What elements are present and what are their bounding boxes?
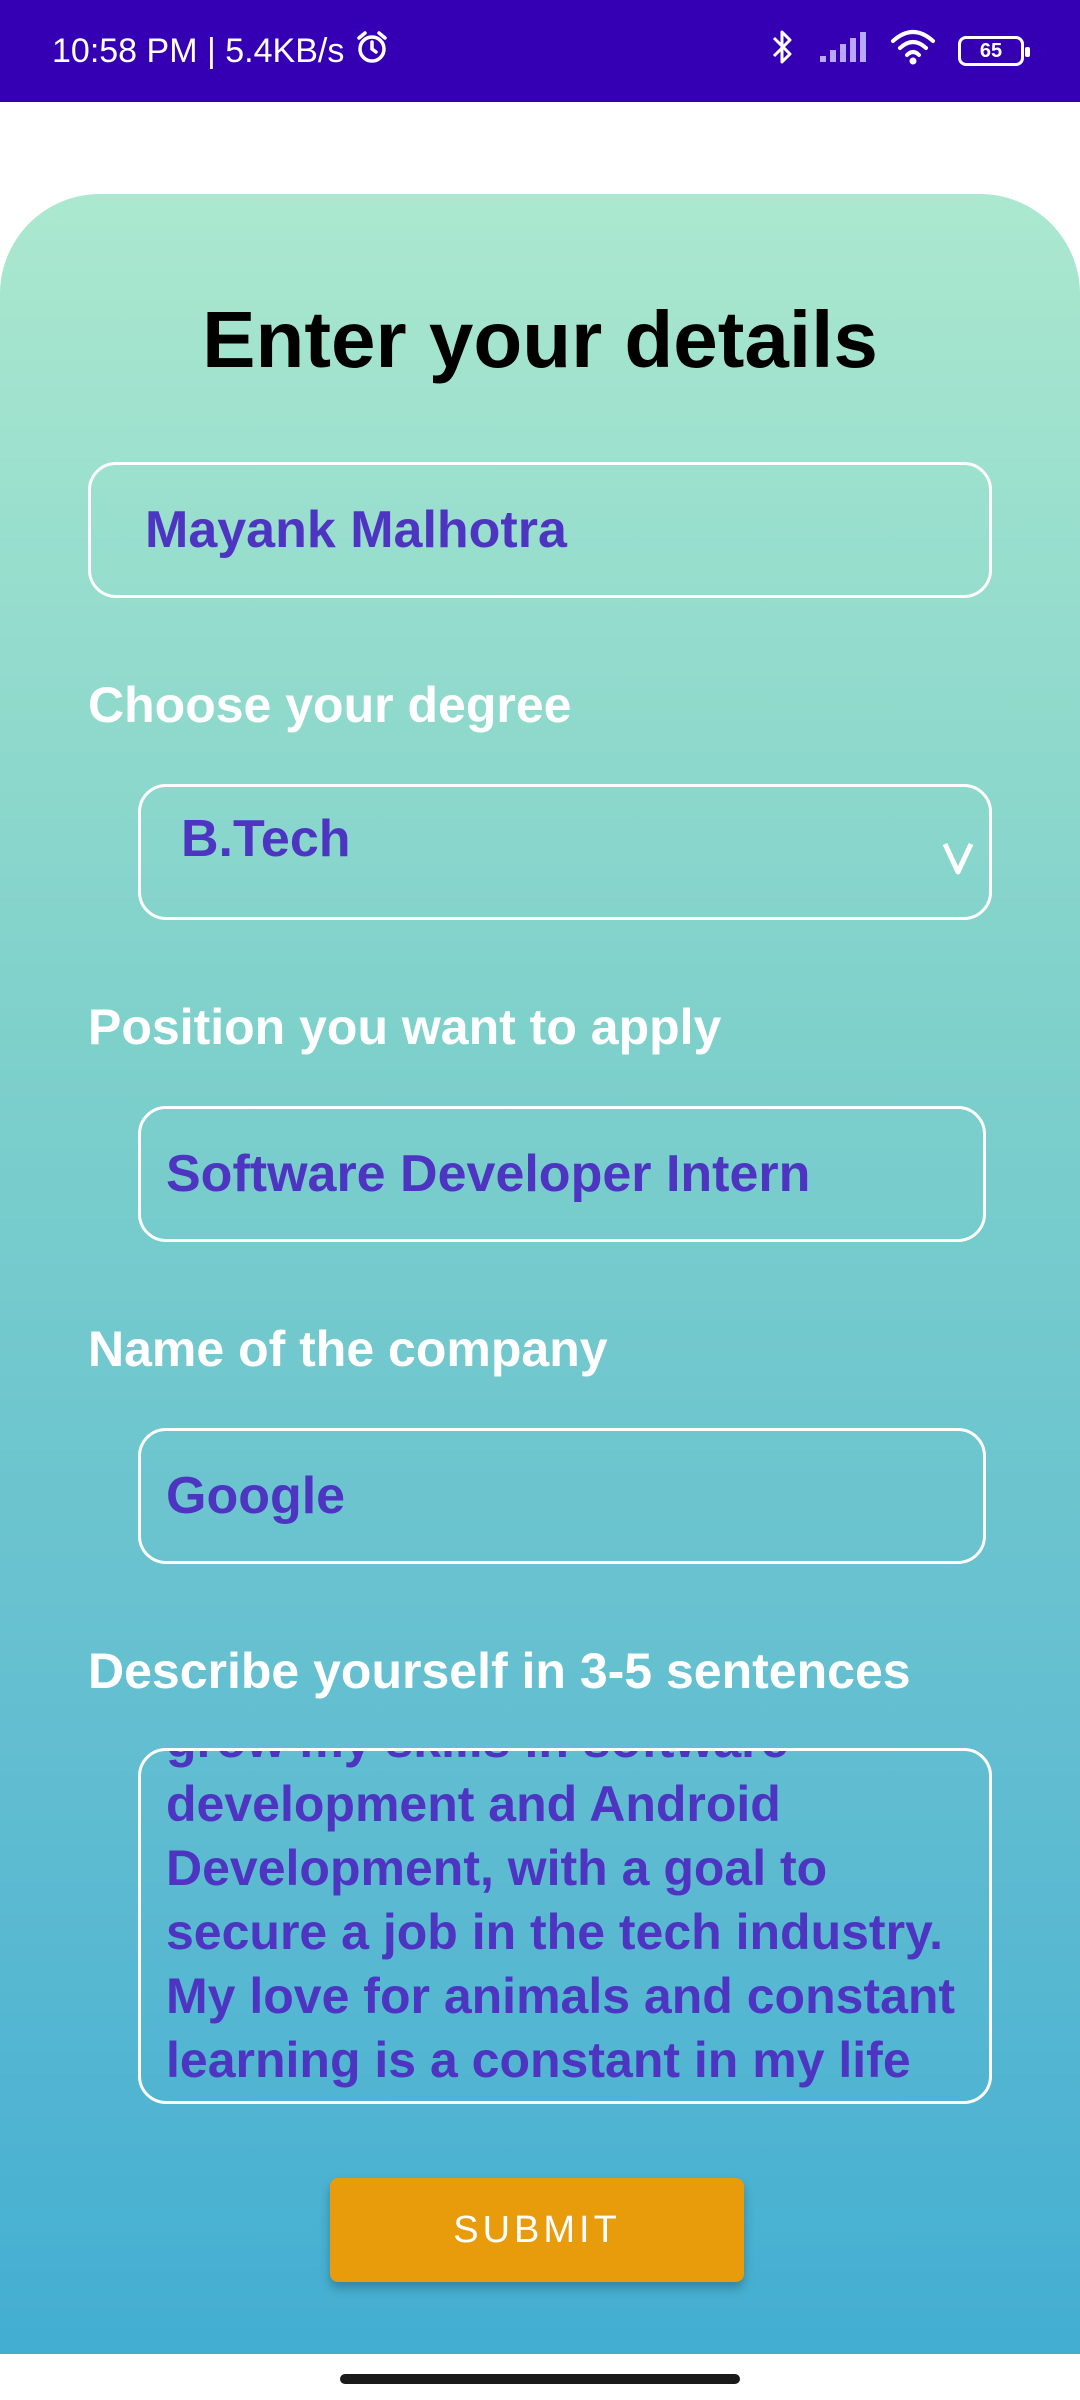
- wifi-icon: [890, 29, 936, 74]
- describe-textarea-value: grow my skills in software development a…: [166, 1751, 956, 2088]
- home-gesture-handle[interactable]: [340, 2374, 740, 2384]
- battery-level: 65: [979, 39, 1003, 62]
- battery-icon: 65: [958, 36, 1030, 66]
- navigation-bar: [0, 2354, 1080, 2400]
- describe-label: Describe yourself in 3-5 sentences: [88, 1643, 911, 1699]
- submit-button[interactable]: SUBMIT: [330, 2178, 744, 2282]
- name-input-value: Mayank Malhotra: [145, 501, 567, 559]
- degree-dropdown[interactable]: B.Tech: [138, 784, 992, 920]
- alarm-icon: [354, 29, 390, 74]
- degree-dropdown-value: B.Tech: [181, 810, 351, 868]
- position-input[interactable]: Software Developer Intern: [138, 1106, 986, 1242]
- status-bar: 10:58 PM | 5.4KB/s 65: [0, 0, 1080, 102]
- degree-label: Choose your degree: [88, 677, 572, 733]
- status-right: 65: [770, 28, 1030, 75]
- chevron-down-icon: [941, 831, 975, 891]
- position-input-value: Software Developer Intern: [166, 1145, 811, 1203]
- company-label: Name of the company: [88, 1321, 608, 1377]
- status-time-speed: 10:58 PM | 5.4KB/s: [52, 31, 345, 70]
- position-label: Position you want to apply: [88, 999, 722, 1055]
- company-input[interactable]: Google: [138, 1428, 986, 1564]
- status-left: 10:58 PM | 5.4KB/s: [52, 29, 390, 74]
- name-input[interactable]: Mayank Malhotra: [88, 462, 992, 598]
- page-title: Enter your details: [202, 295, 878, 384]
- describe-textarea[interactable]: grow my skills in software development a…: [138, 1748, 992, 2104]
- company-input-value: Google: [166, 1467, 346, 1525]
- form-card: Enter your details Mayank Malhotra Choos…: [0, 194, 1080, 2354]
- bluetooth-icon: [770, 28, 796, 75]
- signal-icon: [818, 30, 868, 73]
